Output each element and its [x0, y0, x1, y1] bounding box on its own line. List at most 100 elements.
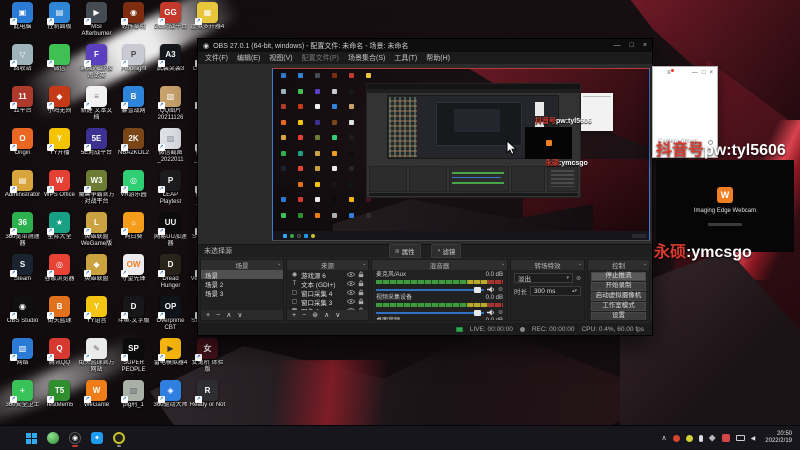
volume-slider[interactable] — [376, 286, 484, 293]
control-button[interactable]: 开始录制 — [591, 282, 646, 291]
speaker-icon[interactable] — [486, 309, 495, 316]
transition-gear-icon[interactable]: ⊛ — [576, 275, 581, 282]
tray-red-app-icon[interactable] — [721, 434, 730, 442]
desktop-icon[interactable]: ≡ ↗ 新建 文本文档 — [78, 86, 115, 128]
desktop-icon[interactable]: ☼ ↗ 向日葵 — [115, 212, 152, 254]
desktop-icon[interactable]: ▶ ↗ 雷电模拟器4 — [152, 338, 189, 380]
desktop-icon[interactable]: SP ↗ SUPER PEOPLE — [115, 338, 152, 380]
source-up-button[interactable]: ∧ — [324, 311, 329, 319]
control-button[interactable]: 设置 — [591, 312, 646, 320]
desktop-icon[interactable]: B ↗ 暴雪战网 — [115, 86, 152, 128]
minimize-button[interactable]: — — [692, 70, 698, 76]
tray-yellow-dot-icon[interactable] — [685, 434, 693, 442]
taskbar-clock[interactable]: 20:50 2022/2/19 — [765, 431, 792, 445]
desktop-icon[interactable]: 2K ↗ NBA2KOL2 — [115, 128, 152, 170]
maximize-button[interactable]: □ — [702, 70, 706, 76]
desktop-icon[interactable]: 11 ↗ 11平台 — [4, 86, 41, 128]
speaker-icon[interactable] — [486, 286, 495, 293]
filters-button[interactable]: ◑ 滤镜 — [430, 244, 462, 258]
desktop-icon[interactable]: R ↗ Ready or Not — [189, 380, 226, 422]
desktop-icon[interactable]: OW ↗ 守望先锋 — [115, 254, 152, 296]
desktop-icon[interactable]: L ↗ 英雄联盟WeGame版 — [78, 212, 115, 254]
desktop-icon[interactable]: Y ↗ YY开播 — [41, 128, 78, 170]
control-button[interactable]: 停止推流 — [591, 272, 646, 281]
tray-red-dot-icon[interactable] — [672, 434, 680, 442]
taskbar-app-green-icon[interactable] — [47, 432, 59, 444]
desktop-icon[interactable]: 女 ↗ 女鬼桥 体验版 — [189, 338, 226, 380]
desktop-icon[interactable]: ↗ 微信 — [41, 44, 78, 86]
taskbar-yellow-ring-icon[interactable] — [113, 432, 125, 447]
desktop-icon[interactable]: A3 ↗ 武装突袭3 — [152, 44, 189, 86]
desktop-icon[interactable]: F ↗ 麻烦人:终极淘汰赛 — [78, 44, 115, 86]
add-source-button[interactable]: + — [292, 312, 296, 319]
desktop-icon[interactable]: 5E ↗ 5E对战平台 — [78, 128, 115, 170]
menu-item[interactable]: 帮助(H) — [426, 53, 450, 63]
desktop-icon[interactable]: GG ↗ GG对战平台 — [152, 2, 189, 44]
visibility-eye-icon[interactable] — [347, 272, 355, 277]
desktop-icon[interactable]: ◎ ↗ VR游乐园 — [115, 170, 152, 212]
menu-item[interactable]: 工具(T) — [394, 53, 417, 63]
visibility-eye-icon[interactable] — [347, 308, 355, 310]
tray-volume-icon[interactable]: ◀ — [751, 435, 756, 442]
desktop-icon[interactable]: ▧ ↗ 网络 — [4, 338, 41, 380]
desktop-icon[interactable]: Q ↗ 腾讯QQ — [41, 338, 78, 380]
gear-icon[interactable]: ⊛ — [498, 286, 503, 293]
scene-up-button[interactable]: ∧ — [226, 311, 231, 319]
desktop-icon[interactable]: P ↗ Propnight — [115, 44, 152, 86]
control-button[interactable]: 工作室模式 — [591, 302, 646, 311]
volume-slider-handle[interactable] — [473, 286, 481, 293]
desktop-icon[interactable]: ▶ ↗ MSI Afterburner — [78, 2, 115, 44]
start-button[interactable] — [26, 432, 37, 444]
source-down-button[interactable]: ∨ — [335, 311, 340, 319]
volume-slider[interactable] — [376, 309, 484, 316]
obs-preview-canvas[interactable]: 抖音号pw:tyl5606 永硕:ymcsgo — [272, 68, 650, 241]
scene-list-item[interactable]: 场景 3 — [201, 288, 283, 298]
menu-item[interactable]: 场景集合(S) — [348, 53, 385, 63]
spinner-icon[interactable]: ▴▾ — [572, 288, 577, 294]
remove-source-button[interactable]: − — [302, 312, 306, 319]
menu-burger-icon[interactable]: ≡ — [667, 68, 673, 76]
duration-input[interactable]: 300 ms ▴▾ — [530, 286, 581, 296]
desktop-icon[interactable]: ◆ ↗ 小鸡无间 — [41, 86, 78, 128]
desktop-icon[interactable]: O ↗ Origin — [4, 128, 41, 170]
desktop-icon[interactable]: ▨ ↗ QQ图片20211126 — [152, 86, 189, 128]
volume-slider-handle[interactable] — [473, 309, 481, 316]
desktop-icon[interactable]: ▤ ↗ Administrator — [4, 170, 41, 212]
add-scene-button[interactable]: + — [206, 312, 210, 319]
camera-window-titlebar[interactable]: ≡ — □ × — [653, 67, 717, 78]
desktop-icon[interactable]: ◉ ↗ 恐怖黎明 — [115, 2, 152, 44]
remove-scene-button[interactable]: − — [216, 312, 220, 319]
desktop-icon[interactable]: W ↗ WPS Office — [41, 170, 78, 212]
desktop-icon[interactable]: ▨ ↗ pig刑_1 — [115, 380, 152, 422]
desktop-icon[interactable]: ✎ ↗ 街头篮球官方网站 — [78, 338, 115, 380]
desktop-icon[interactable]: P ↗ LEAP Playtest — [152, 170, 189, 212]
source-properties-button[interactable]: ⊛ — [312, 311, 318, 319]
visibility-eye-icon[interactable] — [347, 281, 355, 286]
desktop-icon[interactable]: ◎ ↗ 谷歌浏览器 — [41, 254, 78, 296]
obs-titlebar[interactable]: ◉ OBS 27.0.1 (64-bit, windows) - 配置文件: 未… — [198, 39, 652, 52]
maximize-button[interactable]: □ — [630, 42, 634, 49]
desktop-icon[interactable]: ◆ ↗ 英雄联盟 — [78, 254, 115, 296]
desktop-icon[interactable]: 36 ↗ 360宽带测速器 — [4, 212, 41, 254]
desktop-icon[interactable]: B ↗ 街头篮球 — [41, 296, 78, 338]
visibility-eye-icon[interactable] — [347, 299, 355, 304]
properties-button[interactable]: ⊛ 属性 — [388, 244, 421, 258]
menu-item[interactable]: 编辑(E) — [237, 53, 260, 63]
desktop-icon[interactable]: D ↗ Dread Hunger — [152, 254, 189, 296]
menu-item[interactable]: 配置文件(P) — [302, 53, 339, 63]
desktop-icon[interactable]: ▽ ↗ 回收站 — [4, 44, 41, 86]
tray-chevron-up-icon[interactable]: ∧ — [662, 434, 667, 442]
control-button[interactable]: 启动虚拟摄像机 — [591, 292, 646, 301]
desktop-icon[interactable]: UU ↗ 网易UU加速器 — [152, 212, 189, 254]
desktop-icon[interactable]: Y ↗ YY语音 — [78, 296, 115, 338]
desktop-icon[interactable]: ▨ ↗ 微信截图_2022011 — [152, 128, 189, 170]
taskbar-obs-icon[interactable]: ◉ — [69, 432, 81, 447]
tray-monitor-icon[interactable] — [735, 435, 745, 441]
desktop-icon[interactable]: + ↗ 360安全卫士 — [4, 380, 41, 422]
close-button[interactable]: × — [709, 70, 713, 76]
source-list-item[interactable]: ▦ 图像 3 — [287, 306, 368, 310]
close-button[interactable]: × — [643, 42, 647, 49]
desktop-icon[interactable]: D ↗ 斗鱼·文字版 — [115, 296, 152, 338]
desktop-icon[interactable]: T5 ↗ TestMem5 — [41, 380, 78, 422]
minimize-button[interactable]: — — [614, 42, 621, 49]
